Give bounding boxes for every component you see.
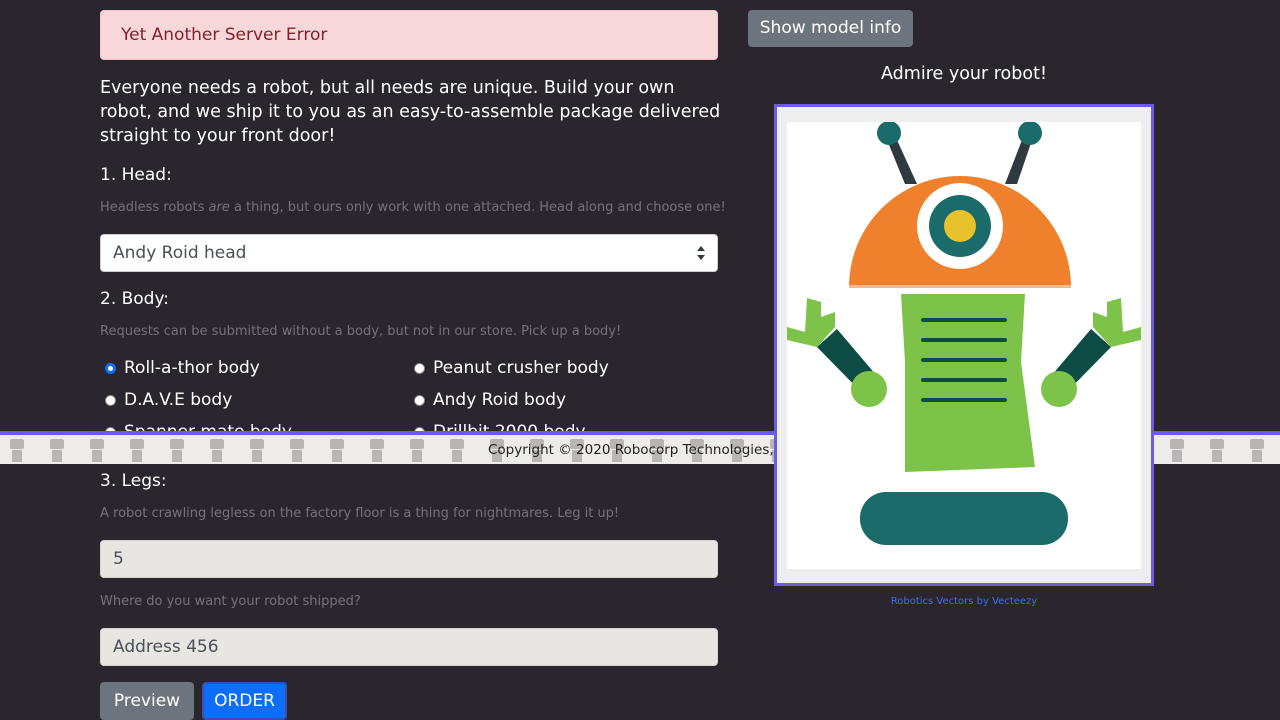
body-option-label: Roll-a-thor body	[124, 358, 260, 378]
head-help-emphasis: are	[208, 200, 230, 215]
body-option-label: Andy Roid body	[433, 390, 567, 410]
body-option-label: Peanut crusher body	[433, 358, 609, 378]
body-option-radio[interactable]: Peanut crusher body	[414, 358, 609, 378]
head-help-text: Headless robots are a thing, but ours on…	[100, 200, 726, 215]
body-option-radio[interactable]: Roll-a-thor body	[105, 358, 260, 378]
radio-checked-icon[interactable]	[105, 362, 116, 374]
body-label: 2. Body:	[100, 289, 170, 309]
robot-preview-frame	[774, 104, 1154, 586]
robot-preview-canvas	[787, 121, 1141, 569]
radio-unchecked-icon[interactable]	[414, 394, 425, 406]
head-select[interactable]: Andy Roid head	[100, 234, 718, 272]
address-input-value: Address 456	[113, 637, 219, 657]
select-arrows-icon	[697, 246, 705, 260]
body-help-text: Requests can be submitted without a body…	[100, 324, 622, 339]
footer-copyright: Copyright © 2020 Robocorp Technologies, …	[488, 442, 782, 458]
intro-text: Everyone needs a robot, but all needs ar…	[100, 78, 721, 146]
preview-title: Admire your robot!	[881, 64, 1047, 84]
head-label: 1. Head:	[100, 165, 172, 185]
address-help-text: Where do you want your robot shipped?	[100, 594, 361, 609]
legs-input-value: 5	[113, 549, 124, 569]
preview-button[interactable]: Preview	[100, 682, 194, 720]
head-help-part: a thing, but ours only work with one att…	[229, 200, 726, 215]
order-button[interactable]: ORDER	[202, 682, 287, 720]
alert-text: Yet Another Server Error	[121, 25, 328, 45]
legs-label: 3. Legs:	[100, 471, 167, 491]
head-help-part: Headless robots	[100, 200, 209, 215]
server-error-alert: Yet Another Server Error	[100, 10, 718, 60]
body-option-radio[interactable]: Andy Roid body	[414, 390, 566, 410]
radio-unchecked-icon[interactable]	[414, 362, 425, 374]
legs-input[interactable]: 5	[100, 540, 718, 578]
head-select-value: Andy Roid head	[113, 243, 247, 263]
legs-help-text: A robot crawling legless on the factory …	[100, 506, 620, 521]
radio-unchecked-icon[interactable]	[105, 394, 116, 406]
robot-image	[787, 121, 1141, 545]
body-option-radio[interactable]: D.A.V.E body	[105, 390, 232, 410]
address-input[interactable]: Address 456	[100, 628, 718, 666]
show-model-info-button[interactable]: Show model info	[748, 10, 913, 47]
body-option-label: D.A.V.E body	[124, 390, 233, 410]
vecteezy-credit-link[interactable]: Robotics Vectors by Vecteezy	[774, 596, 1154, 607]
